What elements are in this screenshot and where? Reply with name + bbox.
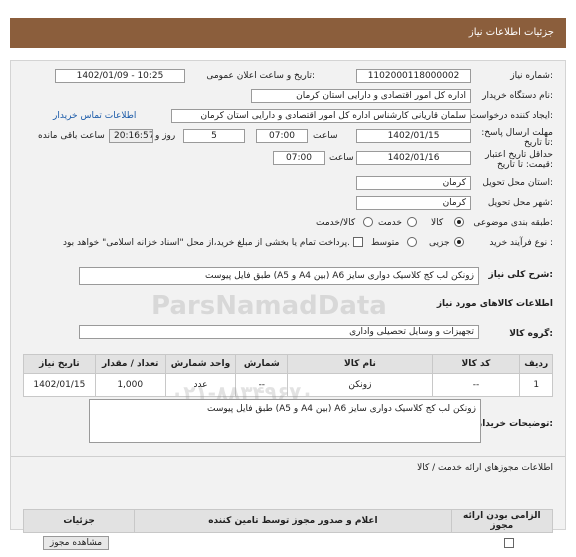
- goods-table-header: تاریخ نیاز تعداد / مقدار واحد شمارش شمار…: [23, 354, 553, 374]
- min-validity-time-field[interactable]: 07:00: [273, 151, 325, 165]
- category-label: طبقه بندی موضوعی:: [473, 218, 553, 228]
- buyer-org-label: نام دستگاه خریدار:: [482, 91, 553, 101]
- min-validity-date-field[interactable]: 1402/01/16: [356, 151, 471, 165]
- process-label: نوع فرآیند خرید :: [489, 238, 553, 248]
- buyer-org-field[interactable]: اداره کل امور اقتصادی و دارایی استان کرم…: [251, 89, 471, 103]
- announce-field[interactable]: 1402/01/09 - 10:25: [55, 69, 185, 83]
- view-license-button[interactable]: مشاهده مجوز: [43, 536, 109, 550]
- goods-group-field[interactable]: تجهیزات و وسایل تحصیلی واداری: [79, 325, 479, 339]
- min-validity-time-label: ساعت: [329, 153, 354, 163]
- cell-count: --: [235, 373, 289, 397]
- goods-section-title: اطلاعات کالاهای مورد نیاز: [436, 299, 553, 309]
- days-field[interactable]: 5: [183, 129, 245, 143]
- category-option-goods-service: کالا/خدمت: [316, 218, 356, 228]
- buyer-notes-label: توضیحات خریدار:: [477, 419, 553, 429]
- province-label: استان محل تحویل:: [482, 178, 553, 188]
- section-divider: [11, 456, 565, 457]
- page-title: جزئیات اطلاعات نیاز: [468, 27, 554, 38]
- table-row[interactable]: 1402/01/15 1,000 عدد -- زونکن -- 1: [23, 373, 553, 397]
- col-details: جزئیات: [22, 509, 136, 533]
- category-radio-goods-service[interactable]: [363, 217, 373, 227]
- treasury-checkbox[interactable]: [353, 237, 363, 247]
- min-validity-label: حداقل تاریخ اعتبار قیمت: تا تاریخ:: [485, 150, 553, 170]
- remaining-time-field: 20:16:57: [109, 129, 153, 143]
- category-option-service: خدمت: [378, 218, 402, 228]
- need-number-label: شماره نیاز:: [510, 71, 553, 81]
- license-required-checkbox[interactable]: [504, 538, 514, 548]
- deadline-label: مهلت ارسال پاسخ: تا تاریخ:: [481, 128, 553, 148]
- cell-qty: 1,000: [94, 373, 166, 397]
- service-table-header: جزئیات اعلام و صدور مجوز توسط تامین کنند…: [22, 509, 554, 533]
- cell-unit: عدد: [164, 373, 237, 397]
- process-radio-medium[interactable]: [407, 237, 417, 247]
- process-radio-minor[interactable]: [454, 237, 464, 247]
- cell-date: 1402/01/15: [23, 373, 96, 397]
- col-row: ردیف: [519, 354, 553, 374]
- col-date: تاریخ نیاز: [23, 354, 96, 374]
- description-label: شرح کلی نیاز:: [488, 270, 553, 280]
- city-label: شهر محل تحویل:: [487, 198, 553, 208]
- deadline-time-label: ساعت: [313, 131, 338, 141]
- category-radio-goods[interactable]: [454, 217, 464, 227]
- service-table: جزئیات اعلام و صدور مجوز توسط تامین کنند…: [22, 509, 554, 533]
- announce-label: تاریخ و ساعت اعلان عمومی:: [206, 71, 315, 81]
- col-count: شمارش: [235, 354, 289, 374]
- col-issue: اعلام و صدور مجوز توسط تامین کننده: [134, 509, 452, 533]
- remaining-label: ساعت باقی مانده: [38, 131, 105, 141]
- category-radio-service[interactable]: [407, 217, 417, 227]
- service-section-title: اطلاعات مجوزهای ارائه خدمت / کالا: [417, 463, 553, 473]
- contact-info-link[interactable]: اطلاعات تماس خریدار: [53, 111, 136, 121]
- goods-table: تاریخ نیاز تعداد / مقدار واحد شمارش شمار…: [23, 354, 553, 397]
- col-code: کد کالا: [431, 354, 521, 374]
- col-name: نام کالا: [287, 354, 433, 374]
- deadline-date-field[interactable]: 1402/01/15: [356, 129, 471, 143]
- cell-name: زونکن: [287, 373, 433, 397]
- creator-label: ایجاد کننده درخواست:: [470, 111, 553, 121]
- col-qty: تعداد / مقدار: [94, 354, 166, 374]
- creator-field[interactable]: سلمان قاریانی کارشناس اداره کل امور اقتص…: [171, 109, 471, 123]
- watermark-brand: ParsNamadData: [151, 291, 387, 321]
- col-required: الزامی بودن ارائه مجوز: [450, 509, 554, 533]
- cell-row: 1: [519, 373, 553, 397]
- process-option-minor: جزیی: [429, 238, 450, 248]
- page-header: جزئیات اطلاعات نیاز: [10, 18, 566, 48]
- col-unit: واحد شمارش: [164, 354, 237, 374]
- description-field[interactable]: زونکن لب کج کلاسیک دواری سایز A6 (بین A4…: [79, 267, 479, 285]
- city-field[interactable]: کرمان: [356, 196, 471, 210]
- details-panel: شماره نیاز: 1102000118000002 تاریخ و ساع…: [10, 60, 566, 550]
- goods-group-label: گروه کالا:: [509, 329, 553, 339]
- need-number-field[interactable]: 1102000118000002: [356, 69, 471, 83]
- buyer-notes-field[interactable]: زونکن لب کج کلاسیک دواری سایز A6 (بین A4…: [89, 399, 481, 443]
- days-label: روز و: [155, 131, 176, 141]
- payment-note: پرداخت تمام یا بخشی از مبلغ خرید،از محل …: [63, 238, 351, 248]
- category-option-goods: کالا: [431, 218, 444, 228]
- province-field[interactable]: کرمان: [356, 176, 471, 190]
- cell-code: --: [431, 373, 521, 397]
- deadline-time-field[interactable]: 07:00: [256, 129, 308, 143]
- process-option-medium: متوسط: [371, 238, 400, 248]
